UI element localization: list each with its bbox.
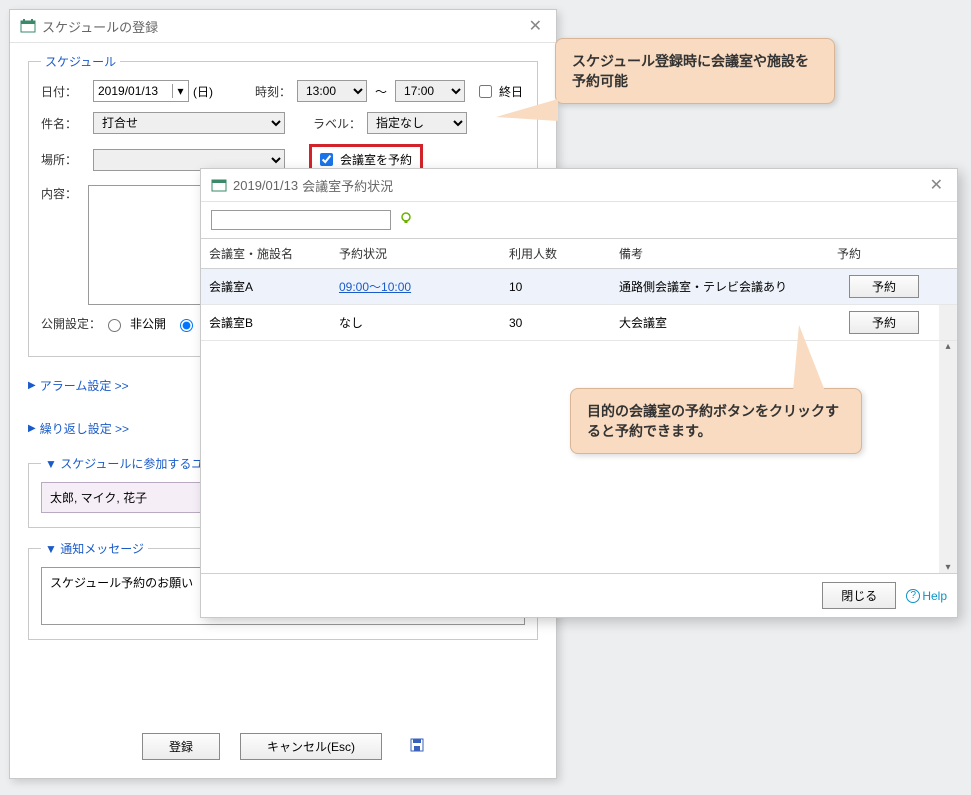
time-label: 時刻： [243, 83, 291, 100]
cell-action: 予約 [829, 269, 939, 305]
dialog-title-date: 2019/01/13 [233, 178, 298, 193]
cell-room-name: 会議室A [201, 269, 331, 305]
time-from-select[interactable]: 13:00 [297, 80, 367, 102]
allday-checkbox-wrap[interactable]: 終日 [475, 82, 523, 101]
availability-table: 会議室・施設名 予約状況 利用人数 備考 予約 会議室A 09:00～10:00 1… [201, 238, 957, 341]
calendar-icon [211, 177, 227, 193]
cancel-button[interactable]: キャンセル(Esc) [240, 733, 382, 760]
close-icon[interactable]: ✕ [926, 175, 947, 195]
subject-label: 件名： [41, 115, 93, 132]
tilde-separator: ～ [375, 83, 387, 100]
reserve-button[interactable]: 予約 [849, 311, 919, 334]
visibility-public-radio[interactable] [180, 319, 193, 332]
col-action[interactable]: 予約 [829, 239, 939, 269]
place-label: 場所： [41, 151, 93, 168]
time-to-select[interactable]: 17:00 [395, 80, 465, 102]
dialog-titlebar: スケジュールの登録 ✕ [10, 10, 556, 43]
col-note[interactable]: 備考 [611, 239, 829, 269]
reserve-room-label: 会議室を予約 [340, 151, 412, 168]
label-label: ラベル： [305, 115, 361, 132]
day-of-week: (日) [193, 83, 213, 100]
register-button[interactable]: 登録 [142, 733, 220, 760]
cell-action: 予約 [829, 305, 939, 341]
date-input[interactable] [94, 84, 172, 98]
callout-tail [496, 99, 558, 121]
visibility-private-radio[interactable] [108, 319, 121, 332]
search-input[interactable] [211, 210, 391, 230]
callout-reserve-button: 目的の会議室の予約ボタンをクリックすると予約できます。 [570, 388, 862, 454]
col-room-name[interactable]: 会議室・施設名 [201, 239, 331, 269]
visibility-label: 公開設定： [41, 315, 103, 332]
table-row[interactable]: 会議室Bなし30大会議室予約 [201, 305, 957, 341]
dialog-title-text: 会議室予約状況 [302, 176, 393, 195]
reservation-status: なし [339, 316, 363, 330]
callout-tail [793, 325, 825, 391]
date-picker[interactable]: ▾ [93, 80, 189, 102]
content-label: 内容： [41, 185, 88, 202]
alarm-settings-link[interactable]: ▶ アラーム設定 >> [28, 377, 129, 394]
search-bar [201, 202, 957, 238]
help-link[interactable]: ? Help [906, 589, 947, 603]
availability-body: ▴ ▾ [201, 341, 957, 574]
chevron-down-icon[interactable]: ▾ [172, 84, 188, 98]
diskette-icon[interactable] [410, 738, 424, 755]
cell-capacity: 30 [501, 305, 611, 341]
allday-label: 終日 [499, 83, 523, 100]
lightbulb-icon[interactable] [399, 211, 413, 230]
cell-room-name: 会議室B [201, 305, 331, 341]
table-row[interactable]: 会議室A 09:00～10:00 10通路側会議室・テレビ会議あり予約 [201, 269, 957, 305]
triangle-right-icon: ▶ [28, 380, 36, 391]
triangle-right-icon: ▶ [28, 423, 36, 434]
reserve-room-checkbox[interactable] [320, 153, 333, 166]
cell-status: 09:00～10:00 [331, 269, 501, 305]
close-button[interactable]: 閉じる [822, 582, 896, 609]
cell-note: 通路側会議室・テレビ会議あり [611, 269, 829, 305]
col-capacity[interactable]: 利用人数 [501, 239, 611, 269]
notice-legend: ▼ 通知メッセージ [41, 540, 148, 557]
reserve-button[interactable]: 予約 [849, 275, 919, 298]
scroll-gutter [939, 305, 957, 341]
scroll-up-icon[interactable]: ▴ [945, 341, 950, 352]
schedule-legend: スケジュール [41, 53, 120, 70]
reservation-time-link[interactable]: 09:00～10:00 [339, 280, 411, 294]
dialog-footer: 閉じる ? Help [201, 574, 957, 617]
scroll-gutter [939, 239, 957, 269]
cell-status: なし [331, 305, 501, 341]
calendar-icon [20, 18, 36, 34]
cell-capacity: 10 [501, 269, 611, 305]
scroll-gutter [939, 269, 957, 305]
callout-reserve-possible: スケジュール登録時に会議室や施設を予約可能 [555, 38, 835, 104]
visibility-private-label: 非公開 [130, 315, 166, 332]
subject-select[interactable]: 打合せ [93, 112, 285, 134]
help-icon: ? [906, 589, 920, 603]
scroll-down-icon[interactable]: ▾ [945, 562, 950, 573]
dialog-titlebar: 2019/01/13 会議室予約状況 ✕ [201, 169, 957, 202]
allday-checkbox[interactable] [479, 85, 492, 98]
dialog-footer: 登録 キャンセル(Esc) [10, 719, 556, 778]
dialog-title: スケジュールの登録 [42, 17, 158, 36]
label-select[interactable]: 指定なし [367, 112, 467, 134]
date-label: 日付： [41, 83, 93, 100]
col-status[interactable]: 予約状況 [331, 239, 501, 269]
repeat-settings-link[interactable]: ▶ 繰り返し設定 >> [28, 420, 129, 437]
vertical-scrollbar[interactable]: ▴ ▾ [939, 341, 957, 573]
close-icon[interactable]: ✕ [525, 16, 546, 36]
